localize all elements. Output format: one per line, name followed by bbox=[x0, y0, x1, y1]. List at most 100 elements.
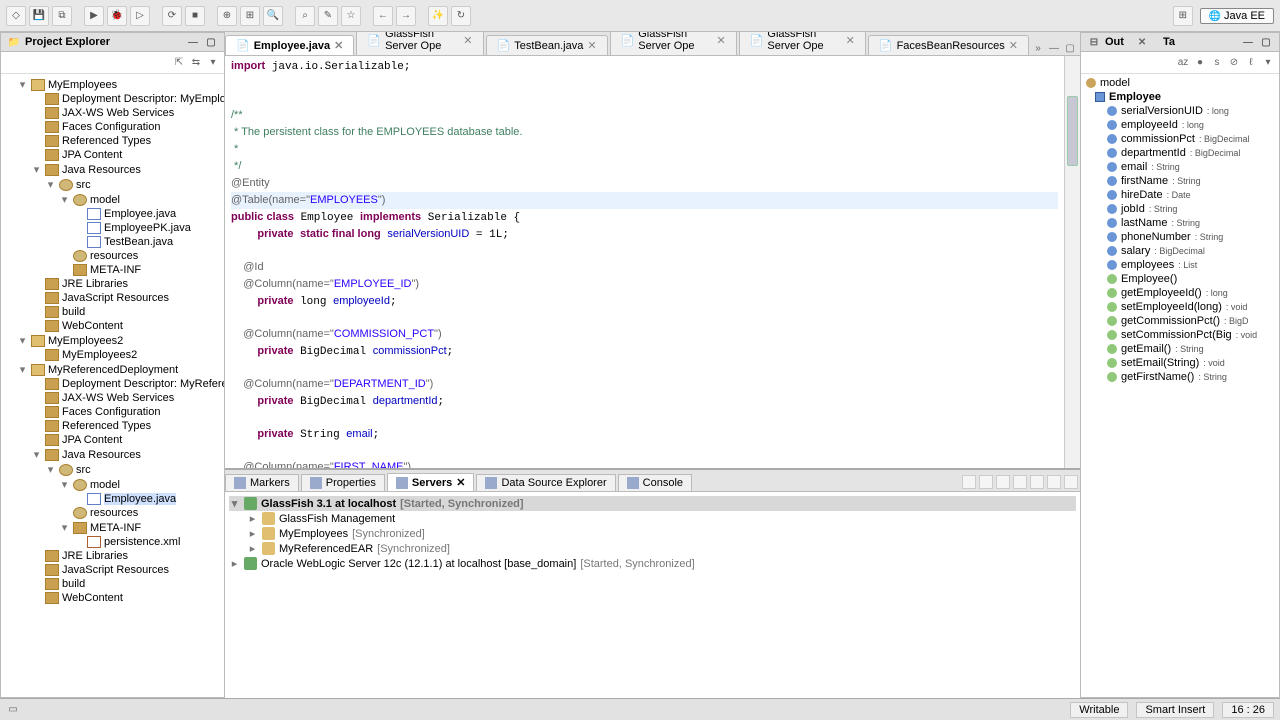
tree-node[interactable]: JavaScript Resources bbox=[31, 291, 224, 305]
server-node[interactable]: ▸GlassFish Management bbox=[229, 511, 1076, 526]
minimize-icon[interactable]: — bbox=[186, 35, 200, 49]
editor-tab[interactable]: 📄Employee.java✕ bbox=[225, 35, 354, 55]
close-icon[interactable]: ✕ bbox=[334, 39, 343, 52]
mark-icon[interactable]: ☆ bbox=[341, 6, 361, 26]
outline-member[interactable]: employeeId : long bbox=[1083, 118, 1277, 132]
new-icon[interactable]: ◇ bbox=[6, 6, 26, 26]
tree-node[interactable]: JAX-WS Web Services bbox=[31, 106, 224, 120]
save-icon[interactable]: 💾 bbox=[29, 6, 49, 26]
tree-node[interactable]: WebContent bbox=[31, 319, 224, 333]
outline-member[interactable]: setEmail(String) : void bbox=[1083, 356, 1277, 370]
tree-node[interactable]: build bbox=[31, 577, 224, 591]
project-tree[interactable]: ▾MyEmployees Deployment Descriptor: MyEm… bbox=[1, 74, 224, 697]
servers-profile-icon[interactable] bbox=[996, 475, 1010, 489]
outline-min-icon[interactable]: — bbox=[1241, 35, 1255, 49]
close-icon[interactable]: ✕ bbox=[463, 34, 472, 47]
outline-max-icon[interactable]: ▢ bbox=[1259, 35, 1273, 49]
outline-member[interactable]: serialVersionUID : long bbox=[1083, 104, 1277, 118]
outline-member[interactable]: setCommissionPct(Big : void bbox=[1083, 328, 1277, 342]
outline-member[interactable]: getEmail() : String bbox=[1083, 342, 1277, 356]
tree-node[interactable]: WebContent bbox=[31, 591, 224, 605]
outline-member[interactable]: phoneNumber : String bbox=[1083, 230, 1277, 244]
wand-icon[interactable]: ✨ bbox=[428, 6, 448, 26]
close-icon[interactable]: ✕ bbox=[456, 476, 465, 489]
tree-node[interactable]: build bbox=[31, 305, 224, 319]
server-stop-icon[interactable]: ■ bbox=[185, 6, 205, 26]
outline-member[interactable]: getFirstName() : String bbox=[1083, 370, 1277, 384]
perspective-button[interactable]: 🌐 Java EE bbox=[1200, 8, 1274, 24]
outline-tab-2[interactable]: Ta bbox=[1163, 36, 1175, 48]
bottom-tab[interactable]: Servers✕ bbox=[387, 473, 475, 491]
tree-node[interactable]: JAX-WS Web Services bbox=[31, 391, 224, 405]
tree-node[interactable]: ▾Java Resources bbox=[31, 447, 224, 462]
editor-tab[interactable]: 📄GlassFish Server Ope✕ bbox=[610, 32, 737, 55]
outline-member[interactable]: getCommissionPct() : BigD bbox=[1083, 314, 1277, 328]
tree-node[interactable]: Deployment Descriptor: MyEmployees bbox=[31, 92, 224, 106]
open-perspective-icon[interactable]: ⊞ bbox=[1173, 6, 1193, 26]
tree-node[interactable]: ▾MyEmployees bbox=[17, 77, 222, 92]
maximize-icon[interactable]: ▢ bbox=[204, 35, 218, 49]
outline-member[interactable]: firstName : String bbox=[1083, 174, 1277, 188]
outline-close-icon[interactable]: ✕ bbox=[1135, 35, 1149, 49]
saveall-icon[interactable]: ⧉ bbox=[52, 6, 72, 26]
collapse-all-icon[interactable]: ⇱ bbox=[172, 56, 186, 70]
servers-publish-icon[interactable] bbox=[1030, 475, 1044, 489]
sort-icon[interactable]: az bbox=[1176, 56, 1190, 70]
editor-scrollbar[interactable] bbox=[1064, 56, 1080, 468]
server-node[interactable]: ▸MyReferencedEAR [Synchronized] bbox=[229, 541, 1076, 556]
tree-node[interactable]: JPA Content bbox=[31, 433, 224, 447]
editor-tab[interactable]: 📄TestBean.java✕ bbox=[486, 35, 608, 55]
debug-icon[interactable]: 🐞 bbox=[107, 6, 127, 26]
editor-tab[interactable]: 📄GlassFish Server Ope✕ bbox=[356, 32, 483, 55]
outline-member[interactable]: commissionPct : BigDecimal bbox=[1083, 132, 1277, 146]
outline-member[interactable]: employees : List bbox=[1083, 258, 1277, 272]
hide-local-icon[interactable]: ℓ bbox=[1244, 56, 1258, 70]
hide-static-icon[interactable]: s bbox=[1210, 56, 1224, 70]
server-node[interactable]: ▾GlassFish 3.1 at localhost [Started, Sy… bbox=[229, 496, 1076, 511]
run-last-icon[interactable]: ▷ bbox=[130, 6, 150, 26]
tree-node[interactable]: MyEmployees2 bbox=[31, 348, 137, 362]
outline-class[interactable]: Employee bbox=[1083, 90, 1277, 104]
close-icon[interactable]: ✕ bbox=[1009, 39, 1018, 52]
outline-package[interactable]: model bbox=[1083, 76, 1277, 90]
outline-member[interactable]: departmentId : BigDecimal bbox=[1083, 146, 1277, 160]
server-node[interactable]: ▸MyEmployees [Synchronized] bbox=[229, 526, 1076, 541]
tree-node[interactable]: Employee.java bbox=[73, 207, 191, 221]
tree-node[interactable]: resources bbox=[59, 249, 191, 263]
tree-node[interactable]: JavaScript Resources bbox=[31, 563, 224, 577]
servers-debug-icon[interactable] bbox=[979, 475, 993, 489]
tree-node[interactable]: Referenced Types bbox=[31, 134, 224, 148]
tree-node[interactable]: META-INF bbox=[59, 263, 191, 277]
outline-member[interactable]: setEmployeeId(long) : void bbox=[1083, 300, 1277, 314]
tree-node[interactable]: Deployment Descriptor: MyReferencedEAR bbox=[31, 377, 224, 391]
bottom-tab[interactable]: Properties bbox=[301, 474, 385, 491]
outline-member[interactable]: Employee() bbox=[1083, 272, 1277, 286]
server-start-icon[interactable]: ⟳ bbox=[162, 6, 182, 26]
tree-node[interactable]: ▾MyReferencedDeployment bbox=[17, 362, 222, 377]
tree-node[interactable]: Faces Configuration bbox=[31, 405, 224, 419]
code-editor[interactable]: import java.io.Serializable; /** * The p… bbox=[225, 56, 1064, 468]
forward-icon[interactable]: → bbox=[396, 6, 416, 26]
search-icon[interactable]: ⌕ bbox=[295, 6, 315, 26]
tree-node[interactable]: ▾MyEmployees2 bbox=[17, 333, 222, 348]
servers-menu-icon[interactable] bbox=[1064, 475, 1078, 489]
editor-tab[interactable]: 📄FacesBeanResources✕ bbox=[868, 35, 1029, 55]
servers-start-icon[interactable] bbox=[962, 475, 976, 489]
refresh-icon[interactable]: ↻ bbox=[451, 6, 471, 26]
tree-node[interactable]: resources bbox=[59, 506, 180, 520]
new-server-icon[interactable]: ⊕ bbox=[217, 6, 237, 26]
outline-member[interactable]: salary : BigDecimal bbox=[1083, 244, 1277, 258]
close-icon[interactable]: ✕ bbox=[587, 39, 596, 52]
bottom-tab[interactable]: Markers bbox=[225, 474, 299, 491]
tree-node[interactable]: ▾model bbox=[59, 192, 191, 207]
editor-list-icon[interactable]: » bbox=[1031, 41, 1045, 55]
servers-view[interactable]: ▾GlassFish 3.1 at localhost [Started, Sy… bbox=[225, 492, 1080, 698]
tree-node[interactable]: JRE Libraries bbox=[31, 277, 224, 291]
hide-nonpublic-icon[interactable]: ⊘ bbox=[1227, 56, 1241, 70]
tree-node[interactable]: JRE Libraries bbox=[31, 549, 224, 563]
tree-node[interactable]: EmployeePK.java bbox=[73, 221, 191, 235]
server-node[interactable]: ▸Oracle WebLogic Server 12c (12.1.1) at … bbox=[229, 556, 1076, 571]
view-menu-icon[interactable]: ▾ bbox=[206, 56, 220, 70]
tree-node[interactable]: Referenced Types bbox=[31, 419, 224, 433]
run-icon[interactable]: ▶ bbox=[84, 6, 104, 26]
